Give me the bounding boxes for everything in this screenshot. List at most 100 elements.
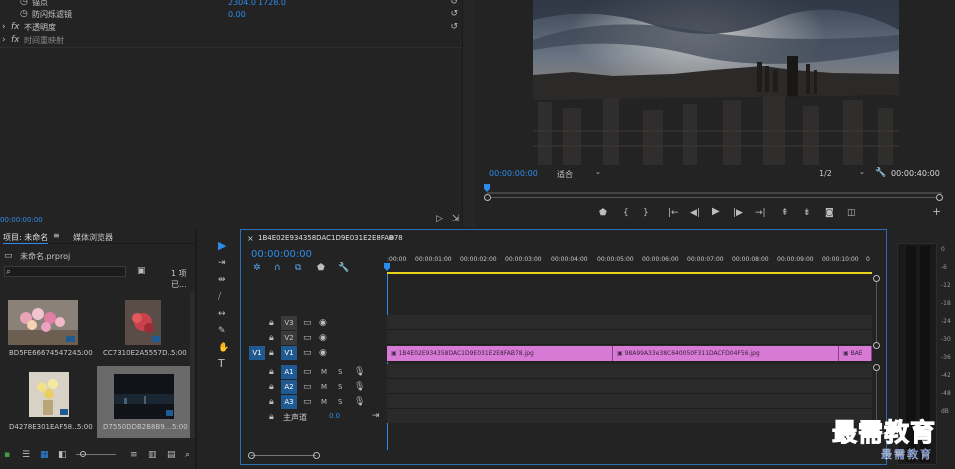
microphone-icon[interactable]: 🎙︎: [354, 397, 365, 407]
stopwatch-icon[interactable]: ◷: [20, 9, 28, 19]
vscroll-handle-mid[interactable]: [873, 342, 880, 349]
eye-icon[interactable]: ◉: [319, 348, 327, 358]
audio-vscrollbar[interactable]: [876, 371, 877, 421]
resolution-dropdown[interactable]: 1/2 ⌄: [817, 167, 869, 179]
clip-1[interactable]: ▣ 1B4E02E934358DAC1D9E031E2E8FAB78.jpg: [387, 346, 613, 361]
program-video-frame[interactable]: [533, 0, 899, 165]
program-time-ruler[interactable]: [484, 184, 942, 194]
lock-icon[interactable]: 🔒︎: [269, 367, 274, 377]
video-vscrollbar[interactable]: [876, 282, 877, 342]
clip-3[interactable]: ▣ BAE: [839, 346, 872, 361]
type-tool-icon[interactable]: T: [218, 358, 225, 369]
project-item-1[interactable]: BD5FE6667454724... 5:00: [3, 292, 95, 364]
selection-tool-icon[interactable]: ▶: [218, 240, 226, 251]
tab-project[interactable]: 项目: 未命名: [3, 232, 49, 244]
sync-lock-icon[interactable]: ▭: [303, 318, 312, 328]
timeline-timecode[interactable]: 00:00:00:00: [251, 249, 312, 260]
project-scrollbar[interactable]: [190, 292, 195, 438]
ec-row-time-remap[interactable]: › fx 时间重映射: [0, 34, 462, 47]
sequence-tab[interactable]: 1B4E02E934358DAC1D9E031E2E8FAB78: [258, 234, 403, 242]
sync-lock-icon[interactable]: ▭: [303, 348, 312, 358]
snap-icon[interactable]: ∩: [274, 263, 281, 273]
add-marker-icon[interactable]: ⬟: [317, 263, 325, 273]
add-button-icon[interactable]: +: [932, 206, 941, 217]
new-bin-icon[interactable]: ▣: [137, 266, 146, 276]
track-lane-v2[interactable]: [387, 330, 872, 345]
ec-row-opacity[interactable]: › fx 不透明度 ↺: [0, 21, 462, 34]
track-lane-v3[interactable]: [387, 315, 872, 330]
scroll-handle-left[interactable]: [484, 194, 491, 201]
razor-tool-icon[interactable]: ⧸: [218, 292, 221, 302]
scroll-handle-right[interactable]: [936, 194, 943, 201]
mute-button[interactable]: M: [321, 397, 327, 407]
mute-button[interactable]: M: [321, 382, 327, 392]
chevron-right-icon[interactable]: ›: [2, 35, 6, 45]
track-select-tool-icon[interactable]: ⇥: [218, 258, 226, 268]
project-item-2[interactable]: CC7310E2A5557D... 5:00: [98, 292, 190, 364]
track-lane-a3[interactable]: [387, 394, 872, 409]
go-to-in-icon[interactable]: |←: [668, 208, 679, 218]
wrench-icon[interactable]: 🔧: [875, 168, 886, 178]
search-icon[interactable]: ⌕: [185, 450, 190, 460]
close-icon[interactable]: ×: [247, 234, 254, 243]
ec-row-flicker[interactable]: ◷ 防闪烁滤镜 0.00 ↺: [0, 8, 462, 21]
play-icon[interactable]: ▶: [712, 207, 720, 217]
search-input[interactable]: ⌕: [4, 266, 126, 277]
nest-icon[interactable]: ✲: [253, 263, 261, 273]
clip-2[interactable]: ▣ 98A99A33e38C640050F311DACFD04F56.jpg: [613, 346, 839, 361]
zoom-slider-handle[interactable]: [80, 451, 86, 457]
playhead[interactable]: [384, 263, 390, 271]
mark-in-icon[interactable]: {: [623, 208, 629, 218]
linked-selection-icon[interactable]: ⧉: [295, 263, 301, 273]
new-item-icon[interactable]: ▤: [167, 450, 176, 460]
pen-tool-icon[interactable]: ✎: [218, 326, 226, 336]
sync-lock-icon[interactable]: ▭: [303, 397, 312, 407]
go-to-out-icon[interactable]: →|: [755, 208, 766, 218]
icon-view-icon[interactable]: ▦: [40, 450, 49, 460]
mute-button[interactable]: M: [321, 367, 327, 377]
microphone-icon[interactable]: 🎙︎: [354, 382, 365, 392]
zoom-handle-left[interactable]: [248, 452, 255, 459]
automate-icon[interactable]: ▥: [148, 450, 157, 460]
solo-button[interactable]: S: [338, 367, 342, 377]
sync-lock-icon[interactable]: ▭: [303, 367, 312, 377]
sync-lock-icon[interactable]: ▭: [303, 333, 312, 343]
work-area-bar[interactable]: [387, 272, 872, 274]
list-view-icon[interactable]: ☰: [22, 450, 30, 460]
zoom-scrollbar[interactable]: [484, 194, 943, 201]
lift-icon[interactable]: ⇞: [781, 208, 789, 218]
reset-icon[interactable]: ↺: [450, 8, 458, 21]
freeform-view-icon[interactable]: ◧: [58, 450, 67, 460]
timeline-ruler[interactable]: :00:00 00:00:01:00 00:00:02:00 00:00:03:…: [384, 254, 875, 274]
hand-tool-icon[interactable]: ✋: [218, 343, 229, 353]
hamburger-icon[interactable]: ≡: [388, 233, 395, 242]
step-back-icon[interactable]: ◀|: [690, 208, 700, 218]
lock-icon[interactable]: 🔒︎: [269, 382, 274, 392]
project-item-3[interactable]: D4278E301EAF58... 5:00: [3, 366, 95, 438]
master-volume[interactable]: 0.0: [329, 412, 340, 420]
fit-dropdown[interactable]: 适合 ⌄: [555, 167, 605, 179]
tab-media-browser[interactable]: 媒体浏览器: [73, 232, 113, 243]
step-forward-icon[interactable]: |▶: [733, 208, 743, 218]
slip-tool-icon[interactable]: ↔: [218, 309, 226, 319]
ripple-edit-tool-icon[interactable]: ⇹: [218, 275, 226, 285]
source-patch-v1[interactable]: V1: [249, 346, 265, 360]
microphone-icon[interactable]: 🎙︎: [354, 367, 365, 377]
zoom-handle-right[interactable]: [313, 452, 320, 459]
vscroll-handle-audio-top[interactable]: [873, 364, 880, 371]
solo-button[interactable]: S: [338, 397, 342, 407]
lock-icon[interactable]: 🔒︎: [269, 348, 274, 358]
track-lane-a2[interactable]: [387, 379, 872, 394]
play-only-icon[interactable]: ▷: [436, 214, 443, 224]
comparison-view-icon[interactable]: ◫: [847, 208, 856, 218]
export-icon[interactable]: ⇲: [452, 214, 460, 224]
stopwatch-icon[interactable]: ◷: [20, 0, 28, 7]
ec-timecode[interactable]: 00:00:00:00: [0, 216, 43, 224]
lock-icon[interactable]: 🔒︎: [269, 333, 274, 343]
eye-icon[interactable]: ◉: [319, 318, 327, 328]
wrench-icon[interactable]: 🔧: [338, 263, 349, 273]
track-lane-master[interactable]: [387, 409, 872, 423]
eye-icon[interactable]: ◉: [319, 333, 327, 343]
reset-icon[interactable]: ↺: [450, 21, 458, 34]
sync-lock-icon[interactable]: ▭: [303, 382, 312, 392]
